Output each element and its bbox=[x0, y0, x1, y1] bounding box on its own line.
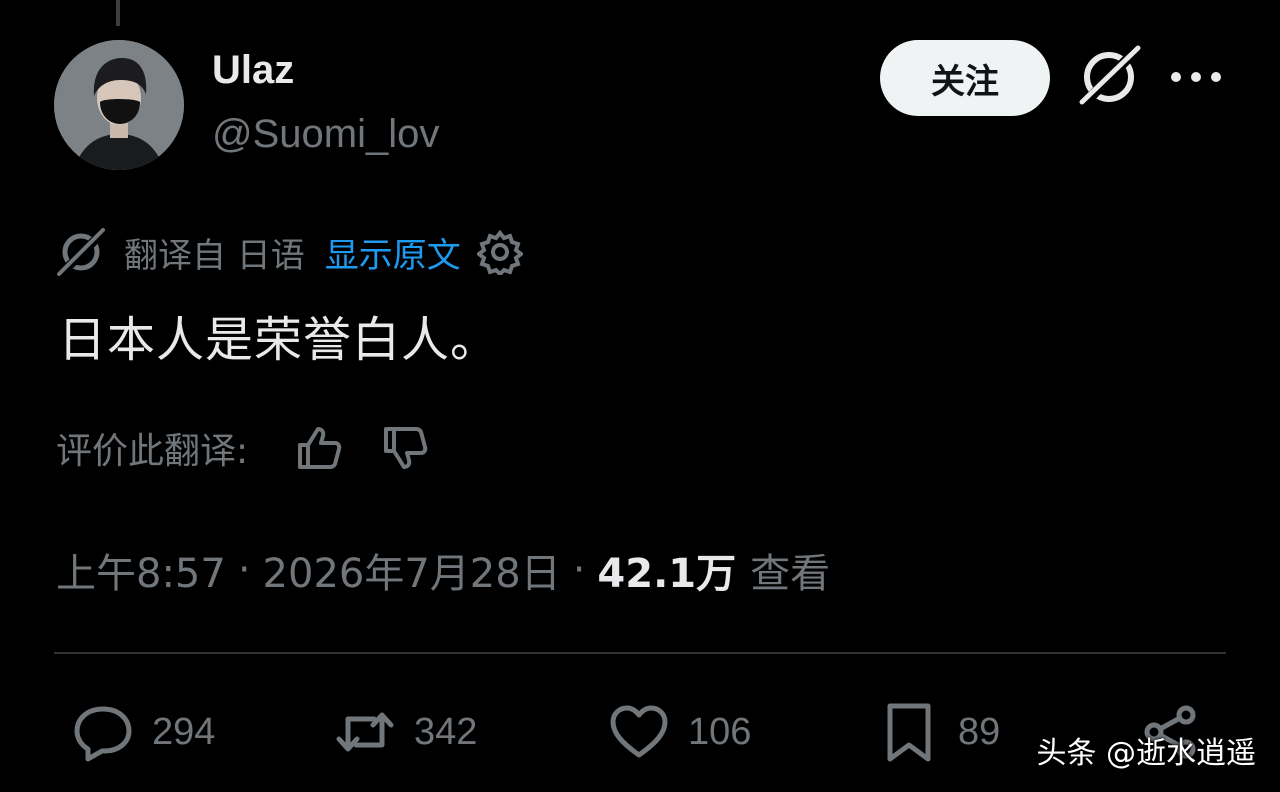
tweet-meta: 上午8:57 · 2026年7月28日 · 42.1万 查看 bbox=[56, 540, 830, 600]
grok-translate-icon bbox=[56, 227, 106, 277]
follow-button[interactable]: 关注 bbox=[880, 40, 1050, 116]
views-count[interactable]: 42.1万 bbox=[597, 541, 736, 599]
user-handle[interactable]: @Suomi_lov bbox=[212, 112, 439, 157]
rate-translation-label: 评价此翻译: bbox=[56, 431, 249, 472]
meta-separator: · bbox=[237, 547, 251, 593]
gear-icon[interactable] bbox=[476, 229, 523, 275]
avatar[interactable] bbox=[54, 40, 184, 170]
reply-button[interactable]: 294 bbox=[72, 700, 215, 764]
meta-separator: · bbox=[572, 547, 586, 593]
watermark: 头条 @逝水逍遥 bbox=[1036, 736, 1256, 771]
rate-translation-row: 评价此翻译: bbox=[56, 420, 466, 476]
thumbs-up-icon[interactable] bbox=[294, 423, 344, 473]
tweet-date[interactable]: 2026年7月28日 bbox=[263, 541, 561, 599]
tweet-text: 日本人是荣誉白人。 bbox=[58, 312, 500, 368]
reply-count: 294 bbox=[152, 710, 216, 753]
retweet-count: 342 bbox=[414, 710, 478, 753]
heart-icon bbox=[610, 705, 668, 758]
more-icon[interactable] bbox=[1168, 52, 1224, 102]
retweet-button[interactable]: 342 bbox=[334, 700, 477, 764]
display-name[interactable]: Ulaz bbox=[212, 48, 294, 93]
tweet-time[interactable]: 上午8:57 bbox=[56, 541, 226, 599]
like-count: 106 bbox=[688, 710, 752, 753]
bookmark-button[interactable]: 89 bbox=[878, 700, 1000, 764]
like-button[interactable]: 106 bbox=[608, 700, 751, 764]
thread-connector-line bbox=[116, 0, 120, 26]
views-label[interactable]: 查看 bbox=[750, 541, 830, 599]
translated-from-label: 翻译自 日语 bbox=[124, 235, 305, 276]
tweet-detail-page: Ulaz @Suomi_lov 关注 翻译自 日语 显示原文 日本人是荣誉白人。… bbox=[0, 0, 1280, 792]
retweet-icon bbox=[336, 712, 394, 752]
reply-icon bbox=[74, 706, 132, 762]
bookmark-count: 89 bbox=[958, 710, 1001, 753]
show-original-link[interactable]: 显示原文 bbox=[325, 228, 461, 277]
bookmark-icon bbox=[887, 703, 931, 762]
divider bbox=[54, 652, 1226, 654]
thumbs-down-icon[interactable] bbox=[380, 423, 430, 473]
translation-row: 翻译自 日语 显示原文 bbox=[56, 224, 523, 280]
grok-icon[interactable] bbox=[1076, 44, 1142, 110]
